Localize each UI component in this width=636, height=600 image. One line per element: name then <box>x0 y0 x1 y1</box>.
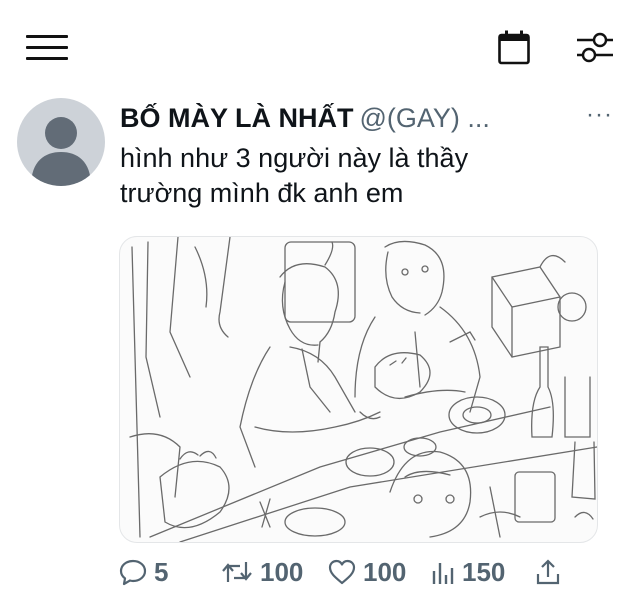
display-name[interactable]: BỐ MÀY LÀ NHẤT <box>120 103 354 133</box>
sliders-icon[interactable] <box>575 29 615 65</box>
views-count: 150 <box>462 556 506 587</box>
tweet-actions-bar: 5 100 100 150 <box>118 552 636 592</box>
tweet-text-line: trường mình đk anh em <box>120 178 404 208</box>
share-button[interactable] <box>533 552 563 592</box>
views-button[interactable]: 150 <box>430 552 505 592</box>
default-avatar-icon <box>31 117 91 186</box>
tweet-header: BỐ MÀY LÀ NHẤT @(GAY) ... <box>120 100 490 136</box>
hamburger-menu-icon[interactable] <box>26 33 70 63</box>
reply-icon <box>119 559 147 586</box>
tweet-media-image[interactable] <box>119 236 598 543</box>
reply-count: 5 <box>154 556 169 587</box>
avatar[interactable] <box>17 98 105 186</box>
more-options-icon[interactable]: ··· <box>586 100 616 136</box>
retweet-count: 100 <box>260 556 304 587</box>
like-count: 100 <box>363 556 407 587</box>
reply-button[interactable]: 5 <box>118 552 168 592</box>
analytics-icon <box>432 563 454 584</box>
calendar-icon[interactable] <box>497 29 531 65</box>
retweet-button[interactable]: 100 <box>220 552 303 592</box>
sketch-illustration <box>129 237 597 542</box>
like-button[interactable]: 100 <box>327 552 406 592</box>
top-bar <box>0 0 636 90</box>
tweet-text: hình như 3 người này là thầy trường mình… <box>120 141 600 211</box>
tweet-text-line: hình như 3 người này là thầy <box>120 143 469 173</box>
heart-icon <box>328 559 356 585</box>
user-handle[interactable]: @(GAY) ... <box>360 103 490 133</box>
retweet-icon <box>222 562 252 582</box>
share-icon <box>536 559 560 585</box>
